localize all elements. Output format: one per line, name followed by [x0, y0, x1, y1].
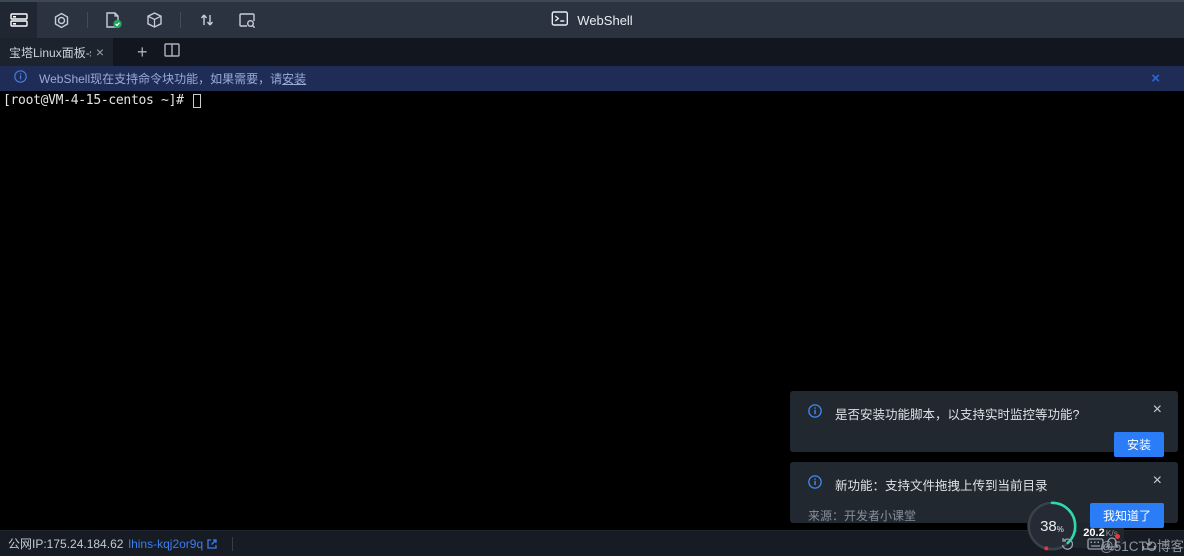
toast-message: 是否安装功能脚本，以支持实时监控等功能?: [835, 404, 1079, 423]
notifications-button[interactable]: [1105, 536, 1119, 551]
window-search-icon: [238, 12, 256, 29]
instance-link[interactable]: lhins-kqj2or9q: [128, 537, 203, 551]
app-title: WebShell: [577, 13, 632, 28]
terminal-icon: [551, 10, 568, 30]
server-list-icon: [10, 11, 28, 29]
toast-message: 新功能：支持文件拖拽上传到当前目录: [835, 475, 1048, 494]
notice-close-icon[interactable]: ×: [1151, 71, 1160, 86]
file-check-button[interactable]: [94, 2, 134, 38]
terminal-prompt-line: [root@VM-4-15-centos ~]#: [3, 93, 1184, 108]
server-list-button[interactable]: [0, 2, 37, 38]
close-icon[interactable]: ×: [1153, 402, 1162, 418]
toast-new-feature: 新功能：支持文件拖拽上传到当前目录 × 来源：开发者小课堂 我知道了: [790, 462, 1178, 523]
got-it-button[interactable]: 我知道了: [1090, 503, 1164, 528]
status-bar: 公网IP:175.24.184.62 lhins-kqj2or9q: [0, 530, 1184, 556]
gauge-percent-sign: %: [1057, 525, 1064, 534]
sync-icon: [1060, 537, 1075, 551]
notification-dot: [1115, 534, 1120, 539]
toast-container: 是否安装功能脚本，以支持实时监控等功能? × 安装 新功能：支持文件拖拽上传到当…: [790, 391, 1178, 533]
info-icon: [808, 475, 822, 494]
gear-icon: [53, 12, 70, 29]
download-button[interactable]: [1142, 537, 1156, 551]
toolbar-divider: [87, 12, 88, 28]
file-check-icon: [104, 11, 124, 30]
toast-source: 来源：开发者小课堂: [808, 507, 916, 524]
split-view-button[interactable]: [164, 43, 180, 62]
package-icon: [146, 11, 163, 29]
install-button[interactable]: 安装: [1114, 432, 1164, 457]
sort-button[interactable]: [187, 2, 227, 38]
info-icon: [14, 70, 27, 88]
app-title-area: WebShell: [551, 2, 632, 38]
close-icon[interactable]: ×: [1153, 473, 1162, 489]
tab-close-icon[interactable]: ×: [96, 45, 104, 59]
toolbar-divider: [180, 12, 181, 28]
keyboard-icon: [1087, 538, 1104, 550]
session-sync-button[interactable]: [1060, 537, 1075, 551]
tab-baota-panel[interactable]: 宝塔Linux面板-sSj2 ×: [0, 38, 113, 66]
tab-bar: 宝塔Linux面板-sSj2 × +: [0, 38, 1184, 66]
new-tab-button[interactable]: +: [133, 43, 152, 61]
toolbar: WebShell: [0, 0, 1184, 38]
toast-install-script: 是否安装功能脚本，以支持实时监控等功能? × 安装: [790, 391, 1178, 452]
public-ip-label: 公网IP:175.24.184.62: [8, 535, 123, 552]
package-button[interactable]: [134, 2, 174, 38]
notice-bar: WebShell现在支持命令块功能，如果需要，请安装 ×: [0, 66, 1184, 91]
external-link-icon[interactable]: [206, 538, 218, 550]
status-divider: [232, 537, 233, 551]
tab-label: 宝塔Linux面板-sSj2: [9, 44, 91, 61]
info-icon: [808, 404, 822, 423]
terminal-cursor: [193, 94, 201, 108]
window-search-button[interactable]: [227, 2, 267, 38]
notice-message: WebShell现在支持命令块功能，如果需要，请安装: [39, 70, 306, 87]
sort-arrows-icon: [199, 12, 215, 28]
keyboard-button[interactable]: [1087, 538, 1104, 550]
install-link[interactable]: 安装: [282, 72, 306, 86]
webshell-app: WebShell 宝塔Linux面板-sSj2 × + We: [0, 0, 1184, 556]
download-icon: [1142, 537, 1156, 551]
gauge-percent-value: 38: [1040, 518, 1057, 535]
settings-button[interactable]: [41, 2, 81, 38]
split-view-icon: [164, 43, 180, 62]
terminal-prompt: [root@VM-4-15-centos ~]#: [3, 93, 191, 108]
